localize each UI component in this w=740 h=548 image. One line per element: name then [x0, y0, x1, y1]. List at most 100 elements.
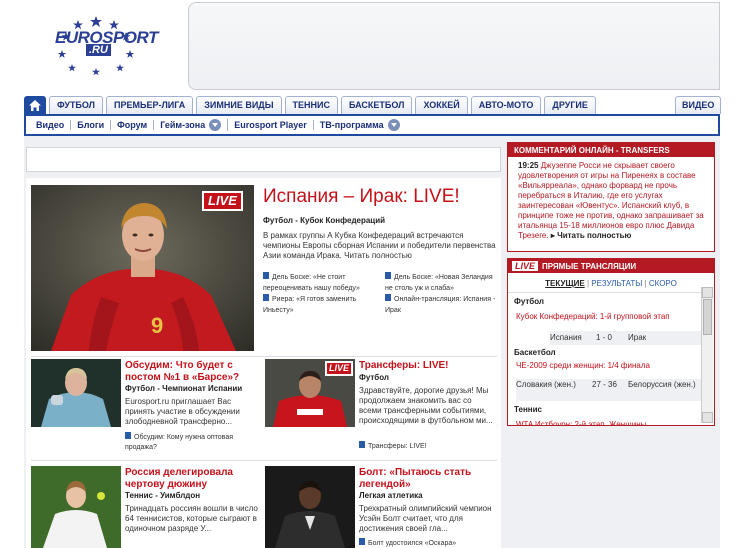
article-icon [263, 294, 269, 301]
scroll-down-icon[interactable] [702, 412, 713, 423]
subnav-eurosport-player[interactable]: Eurosport Player [228, 120, 314, 130]
commentary-time: 19:25 [518, 161, 539, 170]
card-category: Теннис - Уимблдон [125, 491, 201, 500]
live-scrollbar[interactable] [701, 287, 713, 423]
svg-text:9: 9 [151, 313, 163, 338]
subnav-video[interactable]: Видео [30, 120, 72, 130]
chevron-down-icon[interactable] [387, 119, 400, 131]
match-score: 27 - 36 [592, 380, 617, 389]
card-category: Футбол [359, 373, 390, 382]
related-link-text: Дель Боске: «Новая Зеландия не столь уж … [385, 274, 493, 292]
related-link[interactable]: Онлайн-трансляция: Испания - Ирак [385, 294, 497, 316]
home-team: Словакия (жен.) [516, 380, 576, 389]
article-icon [125, 432, 131, 439]
card-related-link-text: Болт удостоился «Оскара» [368, 540, 457, 547]
tennis-photo [31, 466, 121, 548]
tab-hockey[interactable]: ХОККЕЙ [415, 96, 468, 114]
hero-summary: В рамках группы А Кубка Конфедераций вст… [263, 231, 499, 261]
tab-winter-sports[interactable]: ЗИМНИЕ ВИДЫ [196, 96, 282, 114]
banner-ad-area [188, 2, 720, 90]
live-badge: LIVE [512, 261, 539, 271]
commentary-online-box: КОММЕНТАРИЙ ОНЛАЙН - TRANSFERS 19:25 Джу… [507, 142, 715, 252]
read-more-link[interactable]: Читать полностью [344, 251, 412, 260]
article-icon [385, 272, 391, 279]
tab-basketball[interactable]: БАСКЕТБОЛ [341, 96, 413, 114]
card-category: Футбол - Чемпионат Испании [125, 384, 243, 393]
subnav-label: Блоги [77, 120, 105, 130]
subnav-forum[interactable]: Форум [111, 120, 155, 130]
card-summary: Здравствуйте, дорогие друзья! Мы продолж… [359, 386, 493, 425]
card-related-link-text: Трансферы: LIVE! [368, 443, 427, 450]
match-row[interactable]: Испания 1 - 0 Ирак [550, 331, 710, 345]
related-link-text: Онлайн-трансляция: Испания - Ирак [385, 296, 496, 314]
tab-other[interactable]: ДРУГИЕ [544, 96, 596, 114]
row-divider [31, 356, 497, 357]
scroll-thumb[interactable] [703, 299, 712, 335]
scroll-up-icon[interactable] [702, 287, 713, 298]
hero-photo-torres[interactable]: 9 LIVE [31, 185, 254, 351]
hero-headline[interactable]: Испания – Ирак: LIVE! [263, 186, 460, 208]
article-icon [359, 538, 365, 545]
goalkeeper-photo [31, 359, 121, 427]
chevron-down-icon[interactable] [209, 119, 222, 131]
card-headline[interactable]: Болт: «Пытаюсь стать легендой» [359, 467, 499, 491]
card-category: Легкая атлетика [359, 491, 423, 500]
main-nav-tabs: ФУТБОЛ ПРЕМЬЕР-ЛИГА ЗИМНИЕ ВИДЫ ТЕННИС Б… [24, 96, 599, 114]
card-related-link-text: Обсудим: Кому нужна оптовая продажа? [125, 434, 234, 451]
bolt-photo [265, 466, 355, 548]
commentary-header: КОММЕНТАРИЙ ОНЛАЙН - TRANSFERS [508, 143, 714, 157]
tab-tennis[interactable]: ТЕННИС [284, 96, 339, 114]
tab-video[interactable]: ВИДЕО [675, 96, 722, 114]
tab-results[interactable]: РЕЗУЛЬТАТЫ [591, 279, 642, 288]
card-photo-tennis[interactable] [31, 466, 121, 548]
competition-link[interactable]: WTA Истбоурн: 2-й этап, Женщины [516, 417, 646, 425]
subnav-blogs[interactable]: Блоги [71, 120, 112, 130]
related-link[interactable]: Дель Боске: «Новая Зеландия не столь уж … [385, 272, 497, 294]
card-summary: Eurosport.ru приглашает Вас принять учас… [125, 397, 240, 426]
commentary-read-more[interactable]: Читать полностью [557, 231, 631, 240]
tab-premier-league[interactable]: ПРЕМЬЕР-ЛИГА [106, 96, 194, 114]
card-photo-bolt[interactable] [265, 466, 355, 548]
away-team: Ирак [628, 333, 647, 342]
competition-link[interactable]: Кубок Конфедераций: 1-й групповой этап [516, 312, 670, 321]
match-row[interactable]: Словакия (жен.) 27 - 36 Белоруссия (жен.… [516, 379, 702, 401]
card-related-link[interactable]: Болт удостоился «Оскара» [359, 538, 489, 548]
commentary-body: 19:25 Джузеппе Росси не скрывает своего … [518, 161, 704, 240]
card-headline[interactable]: Обсудим: Что будет с постом №1 в «Барсе»… [125, 360, 265, 384]
card-photo-transfers[interactable]: LIVE [265, 359, 355, 427]
sport-name: Баскетбол [514, 348, 556, 357]
top-content-bar [26, 147, 501, 172]
sport-name: Теннис [514, 405, 542, 414]
tab-auto-moto[interactable]: АВТО-МОТО [470, 96, 542, 114]
related-link[interactable]: Риера: «Я готов заменить Иньесту» [263, 294, 375, 316]
card-summary: Трехкратный олимпийский чемпион Усэйн Бо… [359, 504, 492, 533]
card-related-link[interactable]: Трансферы: LIVE! [359, 441, 489, 452]
tab-football[interactable]: ФУТБОЛ [49, 96, 103, 114]
away-team: Белоруссия (жен.) [628, 380, 696, 389]
competition-link[interactable]: ЧЕ-2009 среди женщин: 1/4 финала [516, 361, 650, 370]
live-header-title: ПРЯМЫЕ ТРАНСЛЯЦИИ [542, 261, 637, 271]
card-summary: Тринадцать россиян вошли в число 64 тенн… [125, 504, 258, 533]
related-link-text: Дель Боске: «Не стоит переоценивать нашу… [263, 274, 360, 292]
card-related-link[interactable]: Обсудим: Кому нужна оптовая продажа? [125, 432, 255, 453]
sport-name: Футбол [514, 297, 545, 306]
card-headline[interactable]: Россия делегировала чертову дюжину [125, 467, 265, 491]
subnav-tv-program[interactable]: ТВ-программа [314, 119, 406, 131]
commentary-text: Джузеппе Росси не скрывает своего удовле… [518, 161, 704, 240]
live-broadcasts-box: LIVE ПРЯМЫЕ ТРАНСЛЯЦИИ ТЕКУЩИЕ | РЕЗУЛЬТ… [507, 258, 715, 426]
subnav-label: Видео [36, 120, 65, 130]
article-icon [263, 272, 269, 279]
tab-current[interactable]: ТЕКУЩИЕ [545, 279, 585, 288]
related-link-text: Риера: «Я готов заменить Иньесту» [263, 296, 357, 314]
related-link[interactable]: Дель Боске: «Не стоит переоценивать нашу… [263, 272, 375, 294]
live-badge: LIVE [325, 361, 354, 376]
card-headline[interactable]: Трансферы: LIVE! [359, 360, 499, 372]
tab-soon[interactable]: СКОРО [649, 279, 677, 288]
hero-category: Футбол - Кубок Конфедераций [263, 216, 386, 225]
article-icon [385, 294, 391, 301]
logo-domain: .RU [86, 44, 111, 56]
tab-home[interactable] [24, 96, 46, 114]
card-photo-goalkeeper[interactable] [31, 359, 121, 427]
home-icon [29, 100, 41, 111]
subnav-game-zone[interactable]: Гейм-зона [154, 119, 229, 131]
